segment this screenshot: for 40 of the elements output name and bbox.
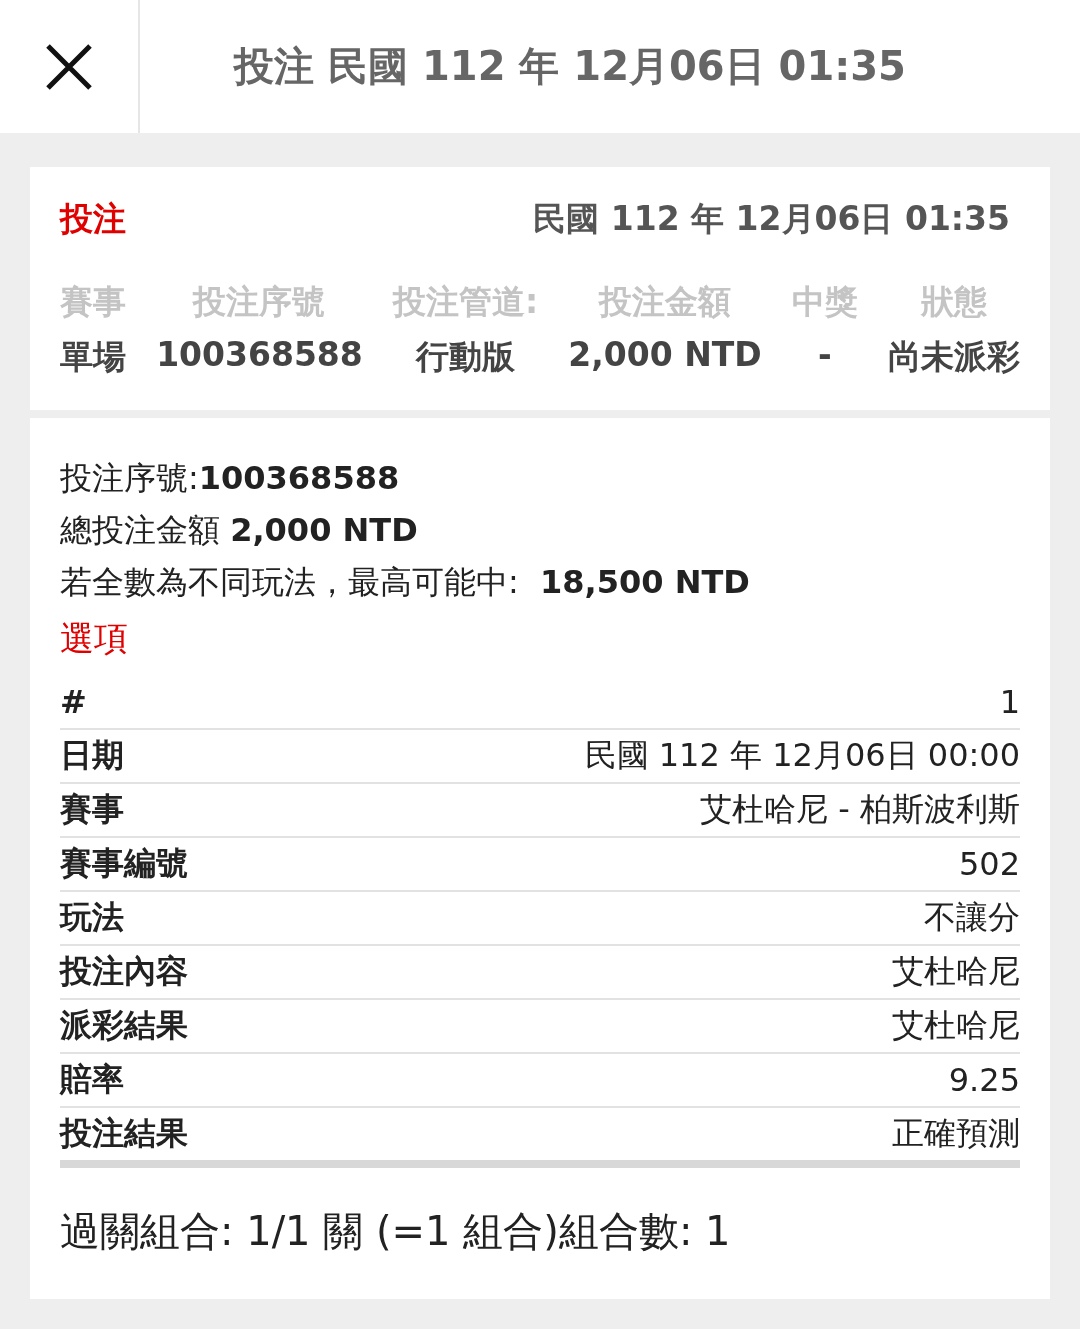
row-value: 艾杜哈尼 - 柏斯波利斯 bbox=[700, 789, 1020, 830]
row-value: 艾杜哈尼 bbox=[892, 1005, 1020, 1046]
row-value: 民國 112 年 12月06日 00:00 bbox=[584, 735, 1020, 776]
row-value: 1 bbox=[999, 683, 1020, 721]
column-heading: 中獎 bbox=[791, 281, 858, 323]
column-value: 2,000 NTD bbox=[568, 335, 762, 374]
column-heading: 賽事 bbox=[60, 281, 126, 323]
column-value: - bbox=[817, 335, 832, 374]
column-value: 行動版 bbox=[416, 336, 516, 378]
column-heading: 投注序號 bbox=[193, 281, 326, 323]
bet-label: 投注 bbox=[60, 198, 126, 240]
max-win-amount: 18,500 NTD bbox=[540, 562, 750, 603]
row-label: 賠率 bbox=[60, 1059, 124, 1100]
summary-line: 總投注金額 2,000 NTD bbox=[60, 510, 419, 551]
row-label: 賽事 bbox=[60, 789, 124, 830]
bet-date: 民國 112 年 12月06日 01:35 bbox=[533, 198, 1011, 240]
row-label: 賽事編號 bbox=[60, 843, 188, 884]
row-value: 不讓分 bbox=[924, 897, 1020, 938]
column-heading: 投注金額 bbox=[599, 281, 731, 323]
row-value: 502 bbox=[958, 845, 1020, 883]
page-title: 投注 民國 112 年 12月06日 01:35 bbox=[234, 42, 906, 91]
row-value: 正確預測 bbox=[892, 1113, 1020, 1154]
max-win-label: 若全數為不同玩法，最高可能中: bbox=[60, 562, 520, 603]
combination-summary: 過關組合: 1/1 關 (=1 組合)組合數: 1 bbox=[60, 1208, 731, 1254]
column-value: 尚未派彩 bbox=[887, 336, 1020, 378]
column-value: 單場 bbox=[60, 336, 126, 378]
close-icon bbox=[45, 42, 93, 91]
column-value: 100368588 bbox=[156, 335, 363, 374]
column-heading: 狀態 bbox=[920, 281, 987, 323]
summary-line: 投注序號:100368588 bbox=[60, 458, 401, 499]
row-label: 投注內容 bbox=[60, 951, 188, 992]
row-label: # bbox=[60, 683, 87, 721]
section-title: 選項 bbox=[60, 618, 128, 658]
row-label: 日期 bbox=[60, 735, 124, 776]
row-label: 投注結果 bbox=[60, 1113, 188, 1154]
column-heading: 投注管道: bbox=[392, 281, 539, 323]
row-value: 9.25 bbox=[948, 1061, 1020, 1099]
row-value: 艾杜哈尼 bbox=[892, 951, 1020, 992]
row-label: 派彩結果 bbox=[60, 1005, 188, 1046]
row-label: 玩法 bbox=[60, 897, 124, 938]
